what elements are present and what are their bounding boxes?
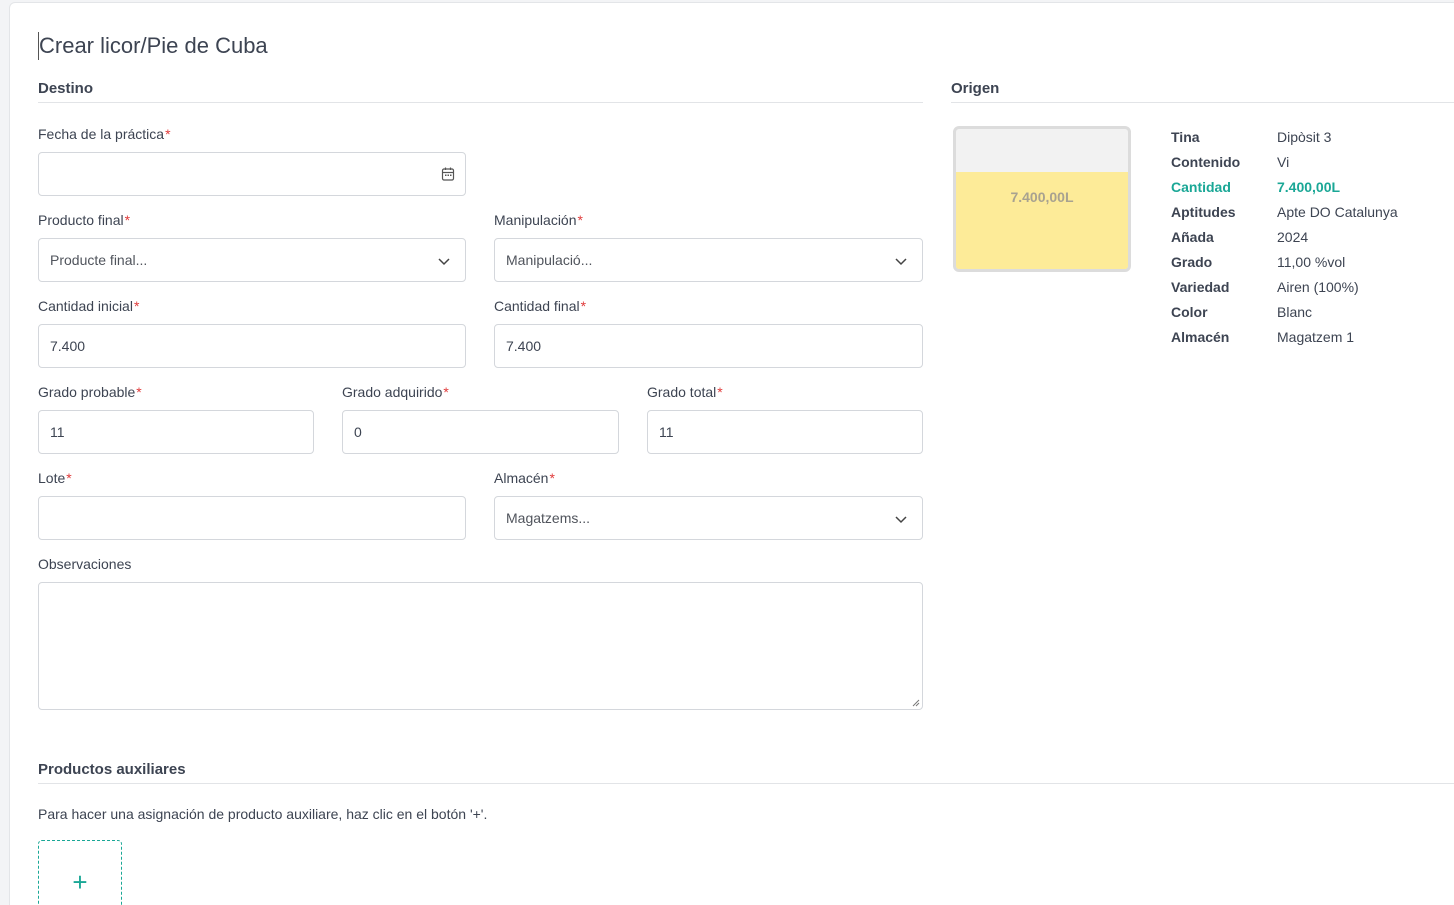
grado-total-label: Grado total*: [647, 384, 723, 400]
manipulacion-placeholder: Manipulació...: [506, 252, 593, 268]
origen-info-value: Vi: [1277, 154, 1290, 170]
tank-visual: 7.400,00L: [953, 126, 1131, 272]
cantidad-final-input[interactable]: 7.400: [494, 324, 923, 368]
add-auxiliar-button[interactable]: +: [38, 840, 122, 905]
calendar-icon[interactable]: [441, 166, 455, 182]
cantidad-final-label: Cantidad final*: [494, 298, 587, 314]
origen-info-value: Blanc: [1277, 304, 1313, 320]
manipulacion-label: Manipulación*: [494, 212, 583, 228]
grado-probable-input[interactable]: 11: [38, 410, 314, 454]
resize-handle-icon[interactable]: [912, 699, 920, 707]
origen-info-value: 11,00 %vol: [1277, 254, 1346, 270]
grado-total-input[interactable]: 11: [647, 410, 923, 454]
tank-fill-level: [956, 172, 1128, 269]
destino-divider: [38, 102, 923, 103]
lote-input[interactable]: [38, 496, 466, 540]
chevron-down-icon: [438, 258, 450, 266]
origen-divider: [951, 102, 1454, 103]
cantidad-inicial-input[interactable]: 7.400: [38, 324, 466, 368]
origen-info-key: Cantidad: [1171, 179, 1231, 195]
chevron-down-icon: [895, 516, 907, 524]
page-title: Crear licor/Pie de Cuba: [38, 32, 268, 60]
almacen-label: Almacén*: [494, 470, 555, 486]
cantidad-inicial-label: Cantidad inicial*: [38, 298, 140, 314]
fecha-label: Fecha de la práctica*: [38, 126, 171, 142]
origen-info-key: Tina: [1171, 129, 1200, 145]
origen-info-value: 2024: [1277, 229, 1309, 245]
origen-info-value: Apte DO Catalunya: [1277, 204, 1398, 220]
origen-info-value: Airen (100%): [1277, 279, 1359, 295]
origen-info-key: Almacén: [1171, 329, 1230, 345]
origen-info-key: Grado: [1171, 254, 1213, 270]
grado-probable-label: Grado probable*: [38, 384, 142, 400]
origen-section-title: Origen: [951, 80, 1000, 97]
tank-quantity-label: 7.400,00L: [1010, 189, 1074, 205]
producto-final-label: Producto final*: [38, 212, 131, 228]
grado-adquirido-input[interactable]: 0: [342, 410, 619, 454]
producto-final-select[interactable]: Producte final...: [38, 238, 466, 282]
observaciones-label: Observaciones: [38, 556, 132, 572]
almacen-select[interactable]: Magatzems...: [494, 496, 923, 540]
origen-info-key: Contenido: [1171, 154, 1241, 170]
origen-info-value: Magatzem 1: [1277, 329, 1355, 345]
origen-info-key: Añada: [1171, 229, 1214, 245]
observaciones-textarea[interactable]: [38, 582, 923, 710]
auxiliares-divider: [38, 783, 1454, 784]
almacen-placeholder: Magatzems...: [506, 510, 591, 526]
origen-info-value: 7.400,00L: [1277, 179, 1341, 195]
fecha-input[interactable]: [38, 152, 466, 196]
auxiliares-section-title: Productos auxiliares: [38, 761, 186, 778]
destino-section-title: Destino: [38, 80, 94, 97]
chevron-down-icon: [895, 258, 907, 266]
origen-info-key: Variedad: [1171, 279, 1230, 295]
manipulacion-select[interactable]: Manipulació...: [494, 238, 923, 282]
lote-label: Lote*: [38, 470, 72, 486]
origen-info-key: Color: [1171, 304, 1208, 320]
origen-info-key: Aptitudes: [1171, 204, 1236, 220]
grado-adquirido-label: Grado adquirido*: [342, 384, 449, 400]
auxiliares-help-text: Para hacer una asignación de producto au…: [38, 806, 488, 822]
origen-info-value: Dipòsit 3: [1277, 129, 1332, 145]
producto-final-placeholder: Producte final...: [50, 252, 148, 268]
